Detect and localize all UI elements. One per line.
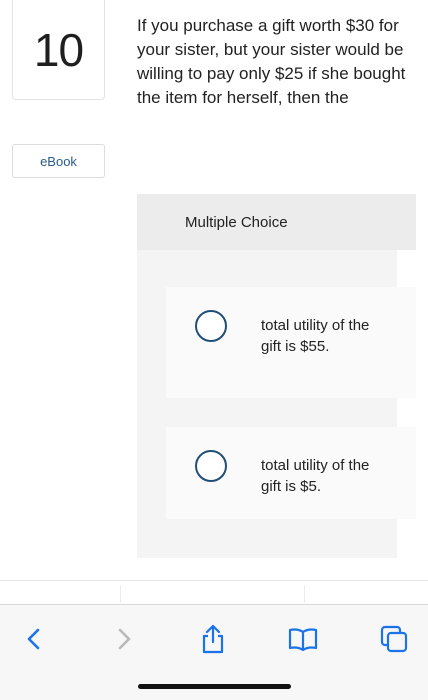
page: 10 If you purchase a gift worth $30 for … [0, 0, 428, 700]
question-text: If you purchase a gift worth $30 for you… [137, 16, 406, 107]
choice-option-2-text: total utility of the gift is $5. [261, 457, 370, 495]
content-divider [0, 580, 428, 581]
radio-button-1[interactable] [195, 310, 227, 342]
question-number: 10 [33, 23, 84, 76]
forward-chevron-icon[interactable] [106, 621, 142, 657]
tabs-icon[interactable] [376, 621, 412, 657]
back-chevron-icon[interactable] [16, 621, 52, 657]
multiple-choice-label: Multiple Choice [185, 213, 288, 231]
home-indicator[interactable] [138, 684, 291, 689]
question-number-box: 10 [12, 0, 105, 100]
radio-button-2[interactable] [195, 450, 227, 482]
choice-option-1-text: total utility of the gift is $55. [261, 317, 370, 355]
bookmarks-icon[interactable] [285, 621, 321, 657]
choice-option-1[interactable]: total utility of the gift is $55. [166, 287, 416, 398]
divider-tick [304, 585, 305, 603]
choice-option-2[interactable]: total utility of the gift is $5. [166, 427, 416, 519]
multiple-choice-header: Multiple Choice [137, 194, 416, 250]
ebook-button[interactable]: eBook [12, 144, 105, 178]
share-icon[interactable] [195, 621, 231, 657]
divider-tick [120, 585, 121, 603]
